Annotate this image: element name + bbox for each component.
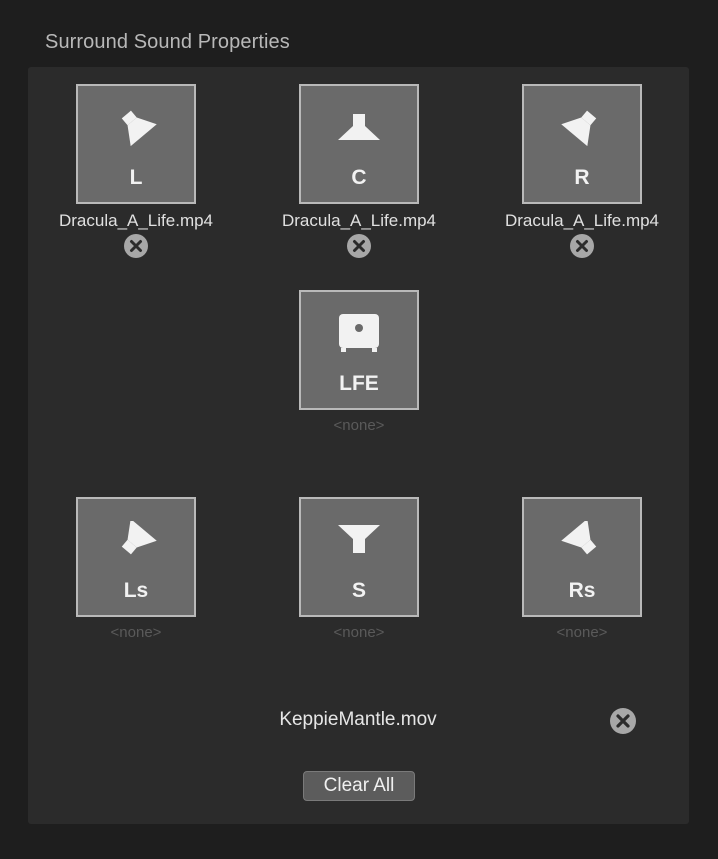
channel-file-l: Dracula_A_Life.mp4 (58, 211, 214, 230)
section-title: Surround Sound Properties (45, 31, 290, 53)
channel-file-rs: <none> (556, 624, 608, 641)
channel-tile-s[interactable]: S (299, 497, 419, 617)
close-icon (130, 240, 142, 252)
surround-panel: L Dracula_A_Life.mp4 C Dracula_A_Life.mp… (28, 67, 689, 824)
speaker-front-left-icon (121, 110, 157, 147)
channel-label-l: L (129, 166, 143, 189)
speaker-front-right-icon (561, 110, 597, 147)
speaker-surround-right-icon (561, 521, 597, 555)
channel-file-c: Dracula_A_Life.mp4 (281, 211, 437, 230)
channel-tile-lfe[interactable]: LFE (299, 290, 419, 410)
speaker-center-icon (338, 114, 380, 140)
channel-file-s: <none> (333, 624, 385, 641)
channel-file-ls: <none> (110, 624, 162, 641)
speaker-surround-left-icon (121, 521, 157, 555)
channel-tile-l[interactable]: L (76, 84, 196, 204)
clear-all-button[interactable]: Clear All (303, 771, 415, 801)
channel-slot-lfe: LFE <none> (248, 290, 470, 436)
channel-label-c: C (351, 166, 367, 189)
channel-tile-c[interactable]: C (299, 84, 419, 204)
channel-file-lfe: <none> (333, 417, 385, 434)
channel-tile-ls[interactable]: Ls (76, 497, 196, 617)
channel-slot-c: C Dracula_A_Life.mp4 (248, 84, 470, 258)
channel-label-r: R (574, 166, 590, 189)
channel-label-s: S (351, 579, 366, 602)
surround-sound-window: Surround Sound Properties L Dracula_A_Li… (0, 0, 718, 859)
remove-source-button[interactable] (610, 708, 636, 734)
remove-l-button[interactable] (124, 234, 148, 258)
remove-c-button[interactable] (347, 234, 371, 258)
subwoofer-icon (339, 314, 379, 352)
channel-slot-s: S <none> (248, 497, 470, 643)
source-file-name: KeppieMantle.mov (279, 709, 437, 730)
speaker-surround-icon (338, 525, 380, 553)
channel-label-lfe: LFE (339, 372, 379, 395)
channel-tile-rs[interactable]: Rs (522, 497, 642, 617)
close-icon (576, 240, 588, 252)
close-icon (353, 240, 365, 252)
remove-r-button[interactable] (570, 234, 594, 258)
channel-label-ls: Ls (123, 579, 149, 602)
channel-file-r: Dracula_A_Life.mp4 (504, 211, 660, 230)
channel-slot-r: R Dracula_A_Life.mp4 (471, 84, 693, 258)
close-icon (616, 714, 630, 728)
channel-tile-r[interactable]: R (522, 84, 642, 204)
channel-slot-rs: Rs <none> (471, 497, 693, 643)
channel-slot-ls: Ls <none> (25, 497, 247, 643)
channel-label-rs: Rs (568, 579, 596, 602)
channel-slot-l: L Dracula_A_Life.mp4 (25, 84, 247, 258)
